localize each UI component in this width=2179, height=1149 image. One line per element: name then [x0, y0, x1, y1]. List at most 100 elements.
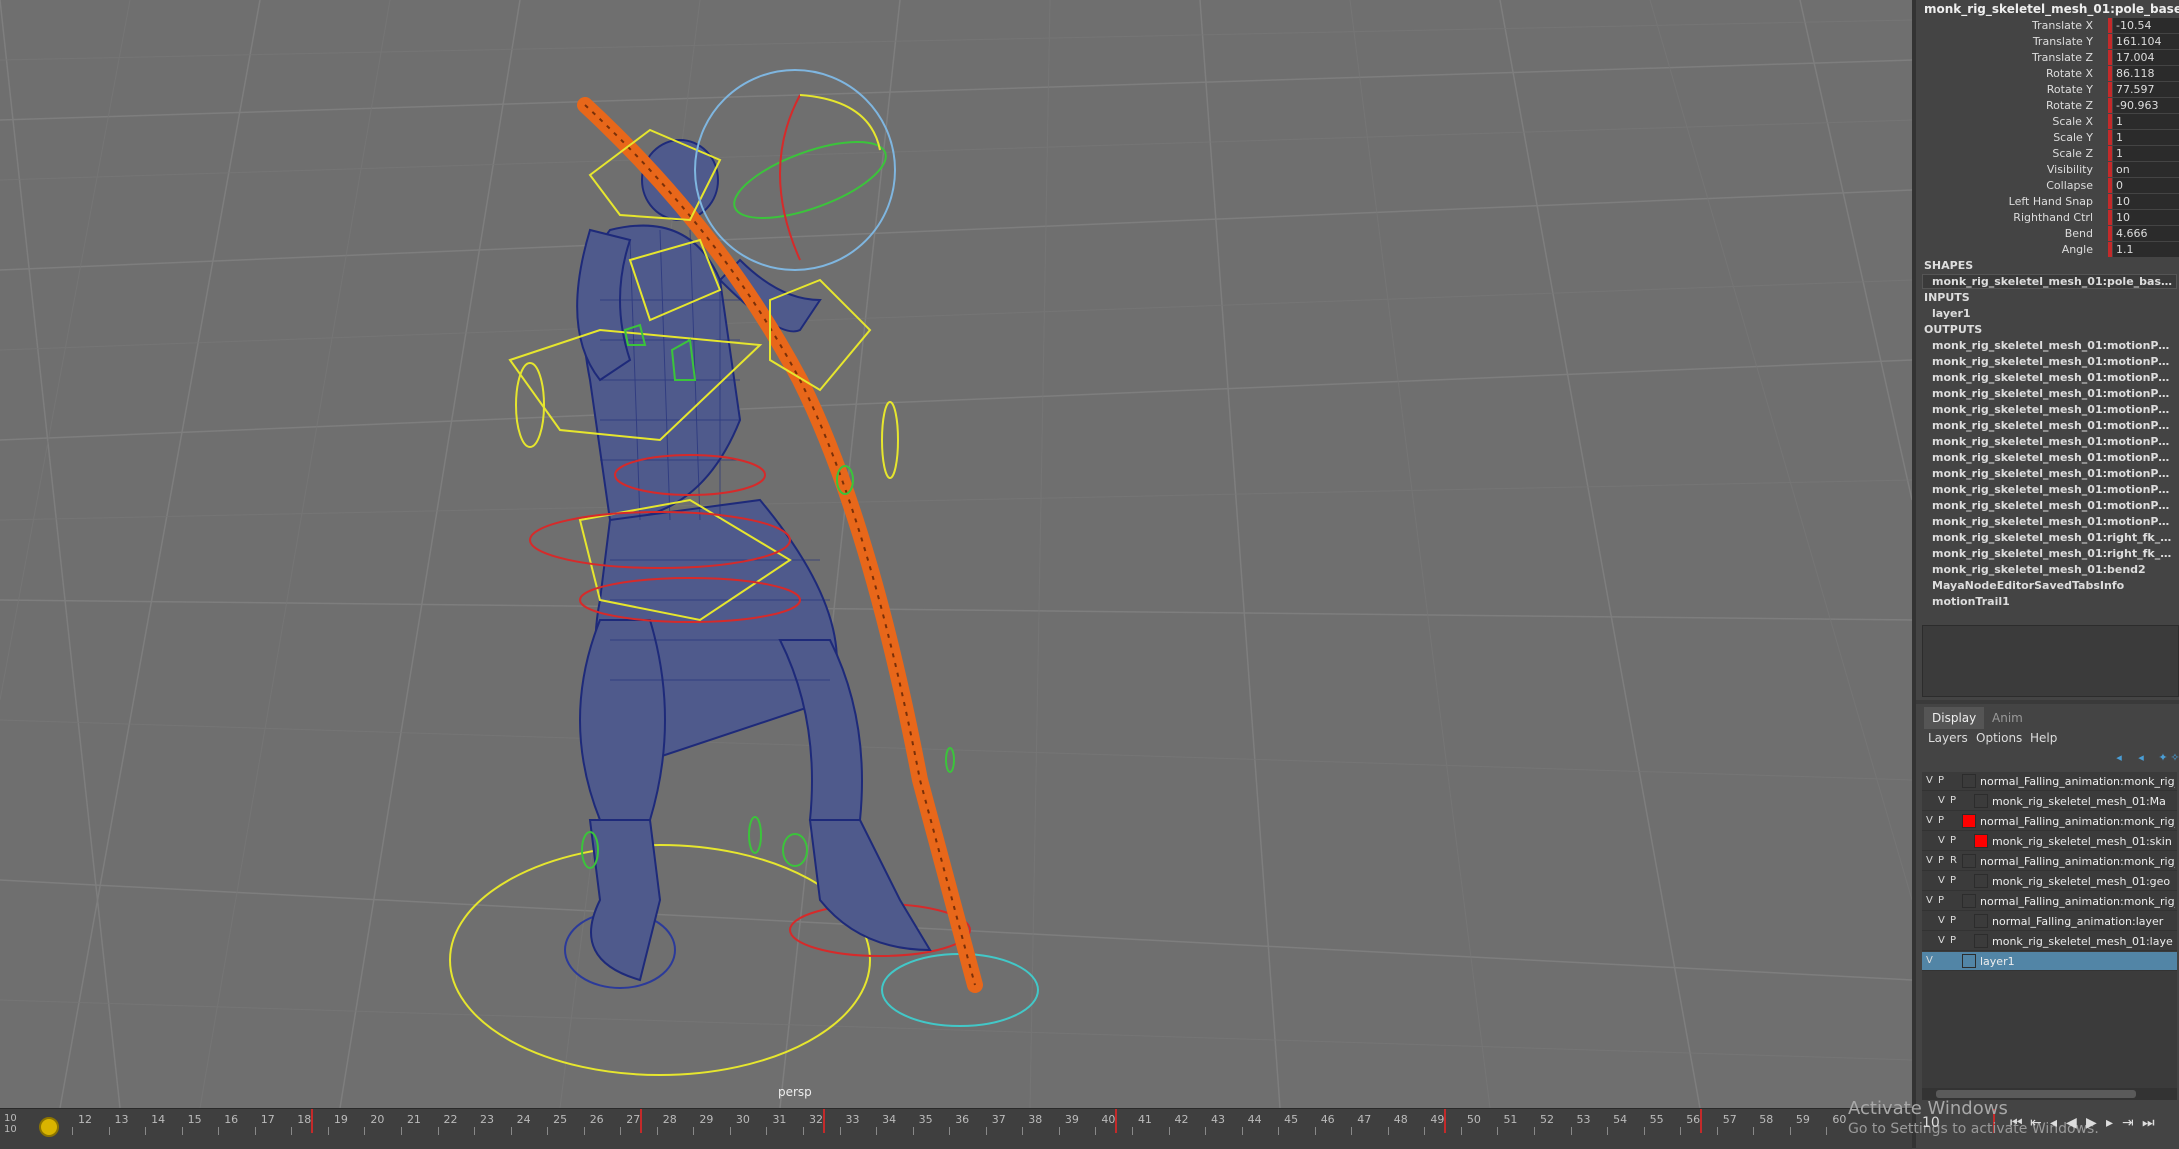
layer-name[interactable]: normal_Falling_animation:layer: [1992, 915, 2175, 928]
layer-color-swatch[interactable]: [1962, 894, 1976, 908]
layer-name[interactable]: monk_rig_skeletel_mesh_01:Ma: [1992, 795, 2175, 808]
layer-row[interactable]: V P Rnormal_Falling_animation:monk_rig_s: [1922, 852, 2177, 871]
selected-object-name[interactable]: monk_rig_skeletel_mesh_01:pole_base_ctrl: [1924, 2, 2179, 16]
layer-playback-toggle[interactable]: P: [1938, 855, 1944, 866]
keyframe-marker[interactable]: [1700, 1109, 1703, 1133]
layer-row[interactable]: V Pnormal_Falling_animation:monk_rig_s: [1922, 772, 2177, 791]
input-item[interactable]: layer1: [1932, 307, 2176, 320]
layer-color-swatch[interactable]: [1962, 954, 1976, 968]
attribute-label[interactable]: Translate Y: [2033, 35, 2093, 48]
layer-playback-toggle[interactable]: P: [1950, 935, 1956, 946]
attribute-row[interactable]: Scale Z 1: [1916, 146, 2179, 162]
step-forward-frame-icon[interactable]: ▸: [2106, 1115, 2113, 1131]
layer-name[interactable]: monk_rig_skeletel_mesh_01:laye: [1992, 935, 2175, 948]
layer-visibility-toggle[interactable]: V: [1926, 815, 1933, 826]
attribute-label[interactable]: Left Hand Snap: [2009, 195, 2093, 208]
panel-divider[interactable]: [1916, 700, 2179, 704]
go-to-start-icon[interactable]: ⏮: [2010, 1115, 2023, 1131]
output-node-item[interactable]: monk_rig_skeletel_mesh_01:motionPath6: [1932, 483, 2176, 496]
attribute-value-field[interactable]: 0: [2113, 178, 2179, 193]
attribute-label[interactable]: Rotate Z: [2046, 99, 2093, 112]
attribute-label[interactable]: Rotate X: [2046, 67, 2093, 80]
attribute-label[interactable]: Collapse: [2046, 179, 2093, 192]
layer-row[interactable]: V Pnormal_Falling_animation:layer: [1922, 912, 2177, 931]
attribute-label[interactable]: Scale X: [2052, 115, 2093, 128]
layer-color-swatch[interactable]: [1974, 874, 1988, 888]
new-layer-selected-icon[interactable]: ✧: [2168, 752, 2179, 764]
output-node-item[interactable]: monk_rig_skeletel_mesh_01:motionPath9: [1932, 515, 2176, 528]
attribute-row[interactable]: Scale X 1: [1916, 114, 2179, 130]
attribute-row[interactable]: Visibility on: [1916, 162, 2179, 178]
layer-visibility-toggle[interactable]: V: [1926, 775, 1933, 786]
attribute-value-field[interactable]: on: [2113, 162, 2179, 177]
output-node-item[interactable]: monk_rig_skeletel_mesh_01:motionPath5: [1932, 467, 2176, 480]
attribute-value-field[interactable]: -10.54: [2113, 18, 2179, 33]
attribute-row[interactable]: Translate Z 17.004: [1916, 50, 2179, 66]
menu-options[interactable]: Options: [1976, 731, 2022, 745]
attribute-value-field[interactable]: 1: [2113, 146, 2179, 161]
move-layer-down-icon[interactable]: ◂: [2134, 752, 2148, 764]
output-node-item[interactable]: monk_rig_skeletel_mesh_01:motionPat...: [1932, 435, 2176, 448]
output-node-item[interactable]: monk_rig_skeletel_mesh_01:motionPat...: [1932, 355, 2176, 368]
attribute-row[interactable]: Scale Y 1: [1916, 130, 2179, 146]
output-node-item[interactable]: monk_rig_skeletel_mesh_01:motionPat...: [1932, 371, 2176, 384]
layer-name[interactable]: layer1: [1980, 955, 2175, 968]
step-back-key-icon[interactable]: ⇤: [2030, 1115, 2042, 1131]
menu-layers[interactable]: Layers: [1928, 731, 1968, 745]
go-to-end-icon[interactable]: ⏭: [2142, 1115, 2155, 1131]
output-node-item[interactable]: monk_rig_skeletel_mesh_01:motionPat...: [1932, 419, 2176, 432]
layer-color-swatch[interactable]: [1974, 914, 1988, 928]
layer-color-swatch[interactable]: [1962, 814, 1976, 828]
attribute-value-field[interactable]: 77.597: [2113, 82, 2179, 97]
layer-row[interactable]: V Pmonk_rig_skeletel_mesh_01:geo: [1922, 872, 2177, 891]
perspective-viewport[interactable]: persp: [0, 0, 1912, 1108]
keyframe-marker[interactable]: [311, 1109, 314, 1133]
play-forwards-icon[interactable]: ▶: [2086, 1115, 2097, 1131]
current-frame-field[interactable]: 10: [1922, 1115, 1940, 1131]
layer-name[interactable]: normal_Falling_animation:monk_rig_s: [1980, 815, 2175, 828]
layer-playback-toggle[interactable]: P: [1950, 835, 1956, 846]
keyframe-marker[interactable]: [823, 1109, 825, 1133]
attribute-row[interactable]: Translate Y 161.104: [1916, 34, 2179, 50]
attribute-value-field[interactable]: 10: [2113, 194, 2179, 209]
tab-anim[interactable]: Anim: [1984, 707, 2031, 729]
layer-playback-toggle[interactable]: P: [1950, 915, 1956, 926]
attribute-label[interactable]: Bend: [2065, 227, 2093, 240]
step-back-frame-icon[interactable]: ◂: [2050, 1115, 2057, 1131]
attribute-value-field[interactable]: 1: [2113, 130, 2179, 145]
attribute-value-field[interactable]: 1.1: [2113, 242, 2179, 257]
output-node-item[interactable]: monk_rig_skeletel_mesh_01:right_fk_h...: [1932, 547, 2176, 560]
keyframe-marker[interactable]: [640, 1109, 643, 1133]
attribute-label[interactable]: Visibility: [2047, 163, 2093, 176]
time-slider[interactable]: 10 10 12 13 14 15 16 17 18 19 20 21 22 23 24 25 26 27 28…: [0, 1108, 1995, 1149]
attribute-value-field[interactable]: 86.118: [2113, 66, 2179, 81]
scene-canvas[interactable]: [0, 0, 1912, 1108]
output-node-item[interactable]: monk_rig_skeletel_mesh_01:motionPat...: [1932, 403, 2176, 416]
layer-name[interactable]: normal_Falling_animation:monk_rig_s: [1980, 855, 2175, 868]
attribute-value-field[interactable]: 4.666: [2113, 226, 2179, 241]
move-layer-up-icon[interactable]: ◂: [2112, 752, 2126, 764]
attribute-row[interactable]: Rotate X 86.118: [1916, 66, 2179, 82]
layer-visibility-toggle[interactable]: V: [1926, 855, 1933, 866]
layer-color-swatch[interactable]: [1962, 854, 1976, 868]
attribute-row[interactable]: Rotate Z -90.963: [1916, 98, 2179, 114]
layer-visibility-toggle[interactable]: V: [1938, 935, 1945, 946]
attribute-row[interactable]: Angle 1.1: [1916, 242, 2179, 258]
attribute-label[interactable]: Scale Z: [2052, 147, 2093, 160]
output-node-item[interactable]: monk_rig_skeletel_mesh_01:motionPat...: [1932, 339, 2176, 352]
layer-row[interactable]: V Pnormal_Falling_animation:monk_rig_s: [1922, 892, 2177, 911]
play-backwards-icon[interactable]: ◀: [2066, 1115, 2077, 1131]
output-node-item[interactable]: motionTrail1: [1932, 595, 2176, 608]
attribute-row[interactable]: Righthand Ctrl 10: [1916, 210, 2179, 226]
attribute-value-field[interactable]: 161.104: [2113, 34, 2179, 49]
output-node-item[interactable]: monk_rig_skeletel_mesh_01:motionPath7: [1932, 499, 2176, 512]
attribute-label[interactable]: Translate X: [2032, 19, 2093, 32]
keyframe-marker[interactable]: [1115, 1109, 1118, 1133]
menu-help[interactable]: Help: [2030, 731, 2057, 745]
attribute-row[interactable]: Collapse 0: [1916, 178, 2179, 194]
layer-visibility-toggle[interactable]: V: [1938, 915, 1945, 926]
step-forward-key-icon[interactable]: ⇥: [2122, 1115, 2134, 1131]
attribute-row[interactable]: Left Hand Snap 10: [1916, 194, 2179, 210]
output-node-item[interactable]: monk_rig_skeletel_mesh_01:motionPath4: [1932, 451, 2176, 464]
layer-row[interactable]: V Pnormal_Falling_animation:monk_rig_s: [1922, 812, 2177, 831]
